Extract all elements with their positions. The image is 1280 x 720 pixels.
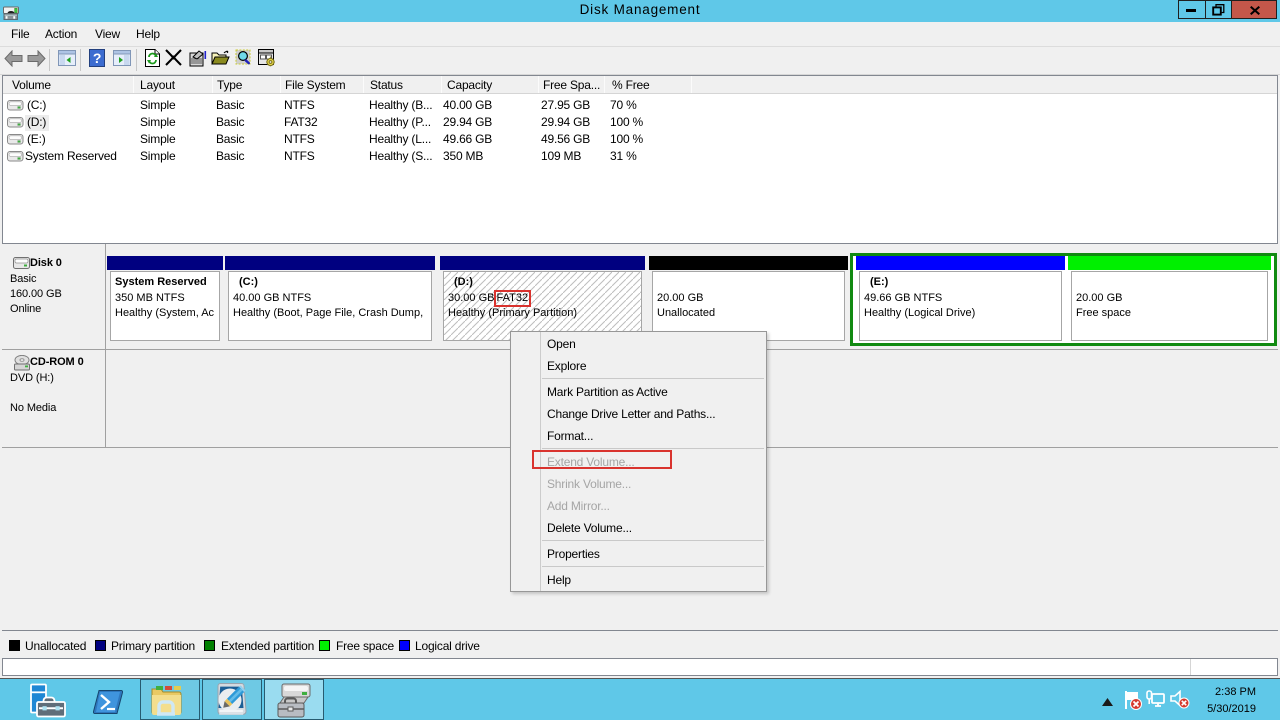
- svg-text:?: ?: [93, 50, 101, 66]
